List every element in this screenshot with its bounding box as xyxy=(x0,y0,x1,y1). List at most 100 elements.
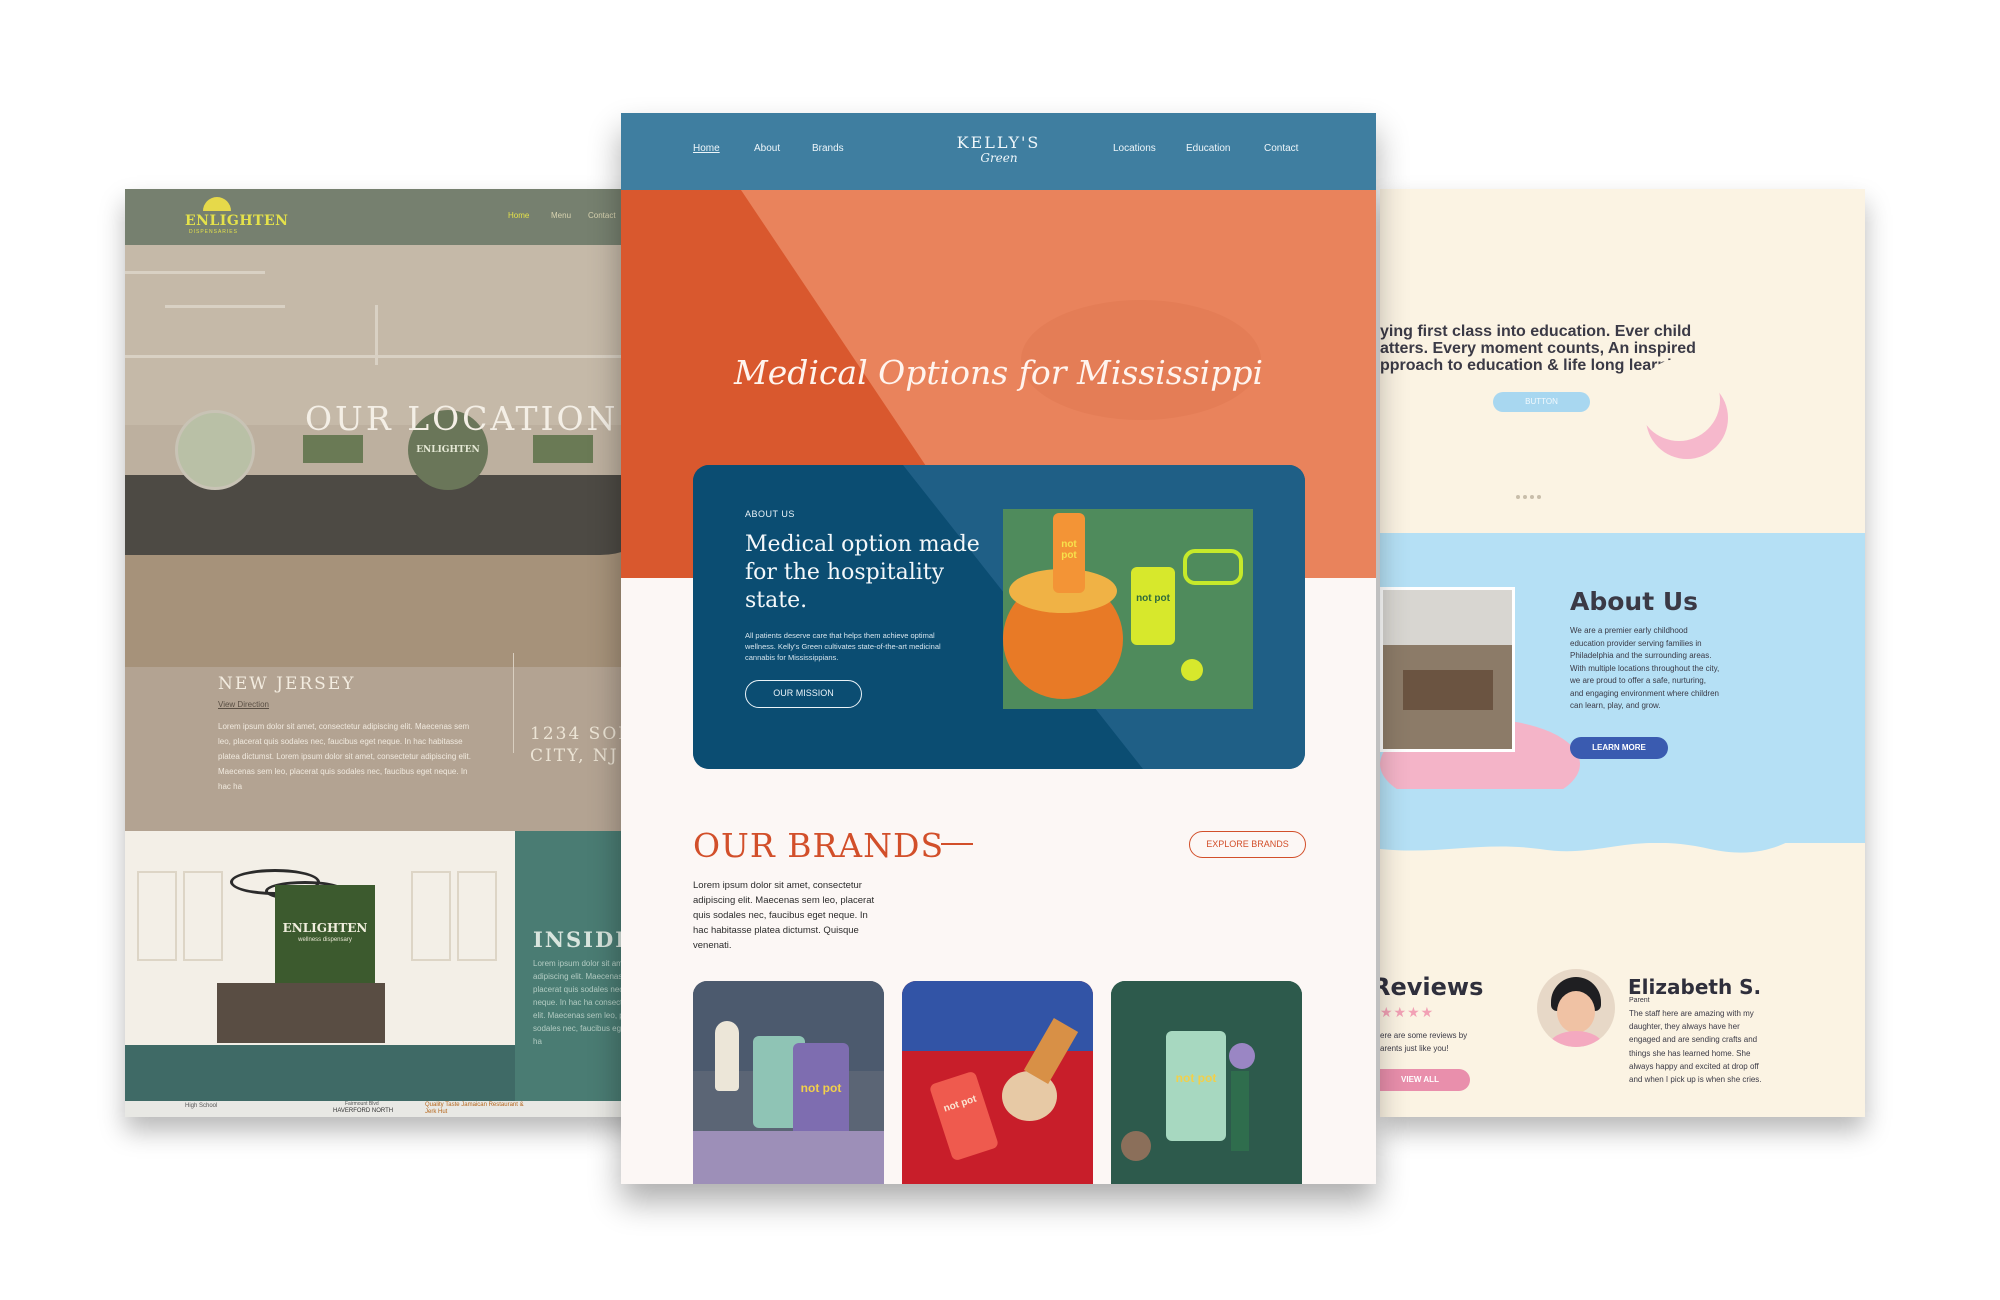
map-label: Fairmount Blvd xyxy=(345,1101,379,1107)
hero-tagline: ying first class into education. Ever ch… xyxy=(1380,323,1800,374)
reviews-title: Reviews xyxy=(1380,973,1484,1001)
bottle-label: not pot xyxy=(1061,539,1077,561)
map-label: High School xyxy=(185,1103,218,1109)
leaf-wall-emblem xyxy=(175,410,255,490)
enlighten-logo-subtitle: DISPENSARIES xyxy=(189,229,238,235)
nav-locations[interactable]: Locations xyxy=(1113,143,1156,154)
enlighten-nav-home[interactable]: Home xyxy=(508,211,529,220)
carousel-dot[interactable] xyxy=(1523,495,1527,499)
map-label: Quality Taste Jamaican Restaurant & Jerk… xyxy=(425,1102,524,1115)
tagline-line: atters. Every moment counts, An inspired xyxy=(1380,340,1696,357)
enlighten-logo[interactable]: ENLIGHTEN xyxy=(185,213,288,229)
hero-title: OUR LOCATION xyxy=(305,399,619,438)
rating-stars-icon: ★★★★ xyxy=(1380,1004,1435,1020)
bottle-label: not pot xyxy=(1136,593,1170,604)
lobby-sign: ENLIGHTEN xyxy=(282,921,368,935)
classroom-ceiling xyxy=(1383,590,1512,645)
carousel-dot[interactable] xyxy=(1516,495,1520,499)
ceiling-light xyxy=(165,305,285,308)
reviews-subtitle: ere are some reviews by arents just like… xyxy=(1380,1031,1468,1053)
about-eyebrow: ABOUT US xyxy=(745,509,795,519)
tube-label: not pot xyxy=(942,1093,978,1115)
inside-title: INSIDE xyxy=(533,927,634,952)
milkshake-glass xyxy=(715,1021,739,1091)
reviewer-name: Elizabeth S. xyxy=(1628,975,1762,999)
location-hero-image: ENLIGHTEN OUR LOCATION xyxy=(125,245,680,667)
reviewer-avatar xyxy=(1537,969,1615,1047)
about-heading: Medical option made for the hospitality … xyxy=(745,532,980,613)
orange-bottle: not pot xyxy=(1053,513,1085,593)
kellys-logo-script: Green xyxy=(980,151,1018,165)
tagline-line: pproach to education & life long learnin… xyxy=(1380,357,1696,374)
green-ball xyxy=(1181,659,1203,681)
tagline-line: ying first class into education. Ever ch… xyxy=(1380,323,1692,340)
hero-title: Medical Options for Mississippi xyxy=(733,353,1264,392)
mint-bag: not pot xyxy=(1166,1031,1226,1141)
nav-brands[interactable]: Brands xyxy=(812,143,844,154)
nav-education[interactable]: Education xyxy=(1186,143,1230,154)
avatar-body xyxy=(1549,1031,1603,1047)
our-mission-button[interactable]: OUR MISSION xyxy=(745,680,862,708)
enlighten-nav-menu[interactable]: Menu xyxy=(551,211,571,220)
enlighten-website-mockup: ENLIGHTEN DISPENSARIES Home Menu Contact… xyxy=(125,189,680,1117)
learn-more-button[interactable]: LEARN MORE xyxy=(1570,737,1668,759)
lobby-sign-sub: wellness dispensary xyxy=(298,937,352,943)
hero-button[interactable]: BUTTON xyxy=(1493,392,1590,412)
purple-fabric xyxy=(693,1131,884,1184)
classroom-tables xyxy=(1403,670,1493,710)
state-heading: NEW JERSEY xyxy=(218,674,356,694)
about-description: All patients deserve care that helps the… xyxy=(745,631,941,662)
brand-tile[interactable]: not pot xyxy=(693,981,884,1184)
avatar-face xyxy=(1557,991,1595,1033)
bag-label: not pot xyxy=(800,1081,842,1095)
view-direction-link[interactable]: View Direction xyxy=(218,700,269,709)
menu-screen xyxy=(303,435,363,463)
about-us-card: ABOUT US Medical option made for the hos… xyxy=(693,465,1305,769)
about-description: We are a premier early childhood educati… xyxy=(1570,626,1720,710)
divider xyxy=(513,653,514,753)
lobby-photo: ENLIGHTEN wellness dispensary xyxy=(125,831,515,1117)
purple-bag: not pot xyxy=(793,1043,849,1138)
red-tube: not pot xyxy=(928,1070,1000,1162)
embedded-map[interactable]: High School Fairmount Blvd HAVERFORD NOR… xyxy=(125,1101,680,1117)
yellow-bottle: not pot xyxy=(1131,567,1175,645)
nav-home[interactable]: Home xyxy=(693,143,720,154)
wall-sign-text: ENLIGHTEN xyxy=(416,445,480,455)
carousel-dot[interactable] xyxy=(1537,495,1541,499)
wall-panel xyxy=(411,871,451,961)
about-title: About Us xyxy=(1570,587,1699,616)
reviewer-role: Parent xyxy=(1629,997,1650,1004)
shell-ornament xyxy=(1229,1043,1255,1069)
wave-divider xyxy=(1380,789,1865,853)
view-all-button[interactable]: VIEW ALL xyxy=(1380,1069,1470,1091)
education-website-mockup: ying first class into education. Ever ch… xyxy=(1380,189,1865,1117)
kellys-nav-bar: Home About Brands KELLY'S Green Location… xyxy=(621,113,1376,190)
review-text: The staff here are amazing with my daugh… xyxy=(1629,1009,1762,1085)
enlighten-nav-bar: ENLIGHTEN DISPENSARIES Home Menu Contact xyxy=(125,189,680,245)
carousel-dot[interactable] xyxy=(1530,495,1534,499)
nav-contact[interactable]: Contact xyxy=(1264,143,1298,154)
bag-label: not pot xyxy=(1175,1071,1217,1085)
wall-panel xyxy=(137,871,177,961)
product-photo: not pot not pot xyxy=(1003,509,1253,709)
kellys-logo[interactable]: KELLY'S xyxy=(956,133,1041,152)
figurine xyxy=(1121,1131,1151,1161)
brands-description: Lorem ipsum dolor sit amet, consectetur … xyxy=(693,880,875,951)
brands-heading: OUR BRANDS xyxy=(693,826,945,865)
location-description: Lorem ipsum dolor sit amet, consectetur … xyxy=(218,722,472,791)
explore-brands-button[interactable]: EXPLORE BRANDS xyxy=(1189,831,1306,858)
heading-dash xyxy=(941,843,973,845)
wall-panel xyxy=(457,871,497,961)
ceiling-light xyxy=(375,305,378,365)
green-bottle xyxy=(1231,1071,1249,1151)
brand-tile[interactable]: not pot xyxy=(1111,981,1302,1184)
kellys-green-website-mockup: Home About Brands KELLY'S Green Location… xyxy=(621,113,1376,1184)
brand-tile[interactable]: not pot xyxy=(902,981,1093,1184)
reception-desk xyxy=(217,983,385,1043)
nav-about[interactable]: About xyxy=(754,143,780,154)
ceiling-light xyxy=(125,271,265,274)
green-sunglasses xyxy=(1183,549,1243,585)
classroom-photo xyxy=(1380,587,1515,752)
carousel-dots[interactable] xyxy=(1516,486,1544,504)
enlighten-nav-contact[interactable]: Contact xyxy=(588,211,616,220)
